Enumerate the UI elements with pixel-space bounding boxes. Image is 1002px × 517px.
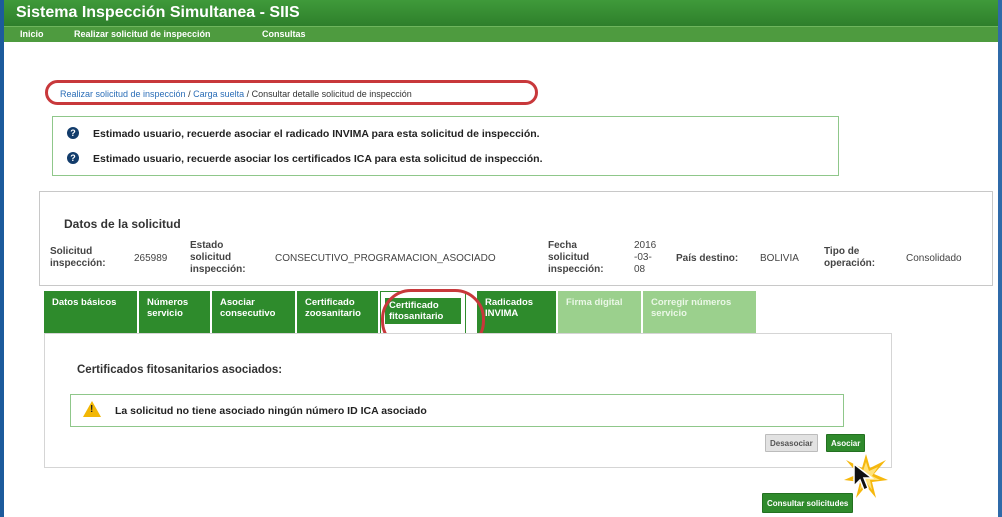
menu-item-realizar-solicitud[interactable]: Realizar solicitud de inspección (74, 29, 211, 39)
panel-title: Certificados fitosanitarios asociados: (77, 364, 283, 376)
request-details-title: Datos de la solicitud (64, 217, 181, 231)
solicitud-label: Solicitud inspección: (50, 246, 106, 269)
tab-corregir-numeros-servicio: Corregir números servicio (643, 291, 757, 333)
fecha-value: 2016 -03- 08 (634, 240, 657, 275)
breadcrumb-separator: / (244, 89, 252, 99)
warning-icon (83, 401, 101, 417)
app-title: Sistema Inspección Simultanea - SIIS (16, 4, 300, 21)
tab-datos-basicos[interactable]: Datos básicos (44, 291, 138, 333)
breadcrumb-current: Consultar detalle solicitud de inspecció… (251, 89, 412, 99)
desasociar-button[interactable]: Desasociar (765, 434, 818, 452)
consultar-solicitudes-button[interactable]: Consultar solicitudes (762, 493, 854, 513)
notice-text: Estimado usuario, recuerde asociar el ra… (93, 128, 540, 140)
notice-text: Estimado usuario, recuerde asociar los c… (93, 153, 543, 165)
request-details-box: Datos de la solicitud Solicitud inspecci… (39, 191, 993, 286)
pais-value: BOLIVIA (760, 253, 799, 264)
notices-box: ? Estimado usuario, recuerde asociar el … (52, 116, 839, 176)
breadcrumb-link-realizar-solicitud[interactable]: Realizar solicitud de inspección (60, 89, 186, 99)
app-title-bar: Sistema Inspección Simultanea - SIIS (4, 0, 998, 26)
menu-item-inicio[interactable]: Inicio (20, 29, 44, 39)
menu-item-consultas[interactable]: Consultas (262, 29, 306, 39)
tab-numeros-servicio[interactable]: Números servicio (139, 291, 211, 333)
pais-label: País destino: (676, 253, 739, 264)
breadcrumb: Realizar solicitud de inspección / Carga… (60, 89, 412, 99)
breadcrumb-separator: / (185, 89, 194, 99)
tab-certificado-zoosanitario[interactable]: Certificado zoosanitario (297, 291, 379, 333)
mouse-cursor-icon (853, 462, 874, 492)
breadcrumb-link-carga-suelta[interactable]: Carga suelta (193, 89, 244, 99)
solicitud-value: 265989 (134, 253, 168, 264)
tipo-operacion-value: Consolidado (906, 253, 962, 264)
info-icon: ? (67, 152, 79, 164)
warning-text: La solicitud no tiene asociado ningún nú… (115, 405, 427, 417)
window-right-border (998, 0, 1002, 517)
fitosanitario-panel: Certificados fitosanitarios asociados: L… (44, 333, 892, 468)
estado-value: CONSECUTIVO_PROGRAMACION_ASOCIADO (275, 253, 496, 264)
tipo-operacion-label: Tipo de operación: (824, 246, 876, 269)
estado-label: Estado solicitud inspección: (190, 240, 246, 275)
tab-radicados-invima[interactable]: Radicados INVIMA (477, 291, 557, 333)
main-menu: Inicio Realizar solicitud de inspección … (4, 26, 998, 42)
fecha-label: Fecha solicitud inspección: (548, 240, 604, 275)
asociar-button[interactable]: Asociar (826, 434, 866, 452)
warning-box: La solicitud no tiene asociado ningún nú… (70, 394, 844, 427)
tab-asociar-consecutivo[interactable]: Asociar consecutivo (212, 291, 296, 333)
tab-firma-digital: Firma digital (558, 291, 642, 333)
info-icon: ? (67, 127, 79, 139)
